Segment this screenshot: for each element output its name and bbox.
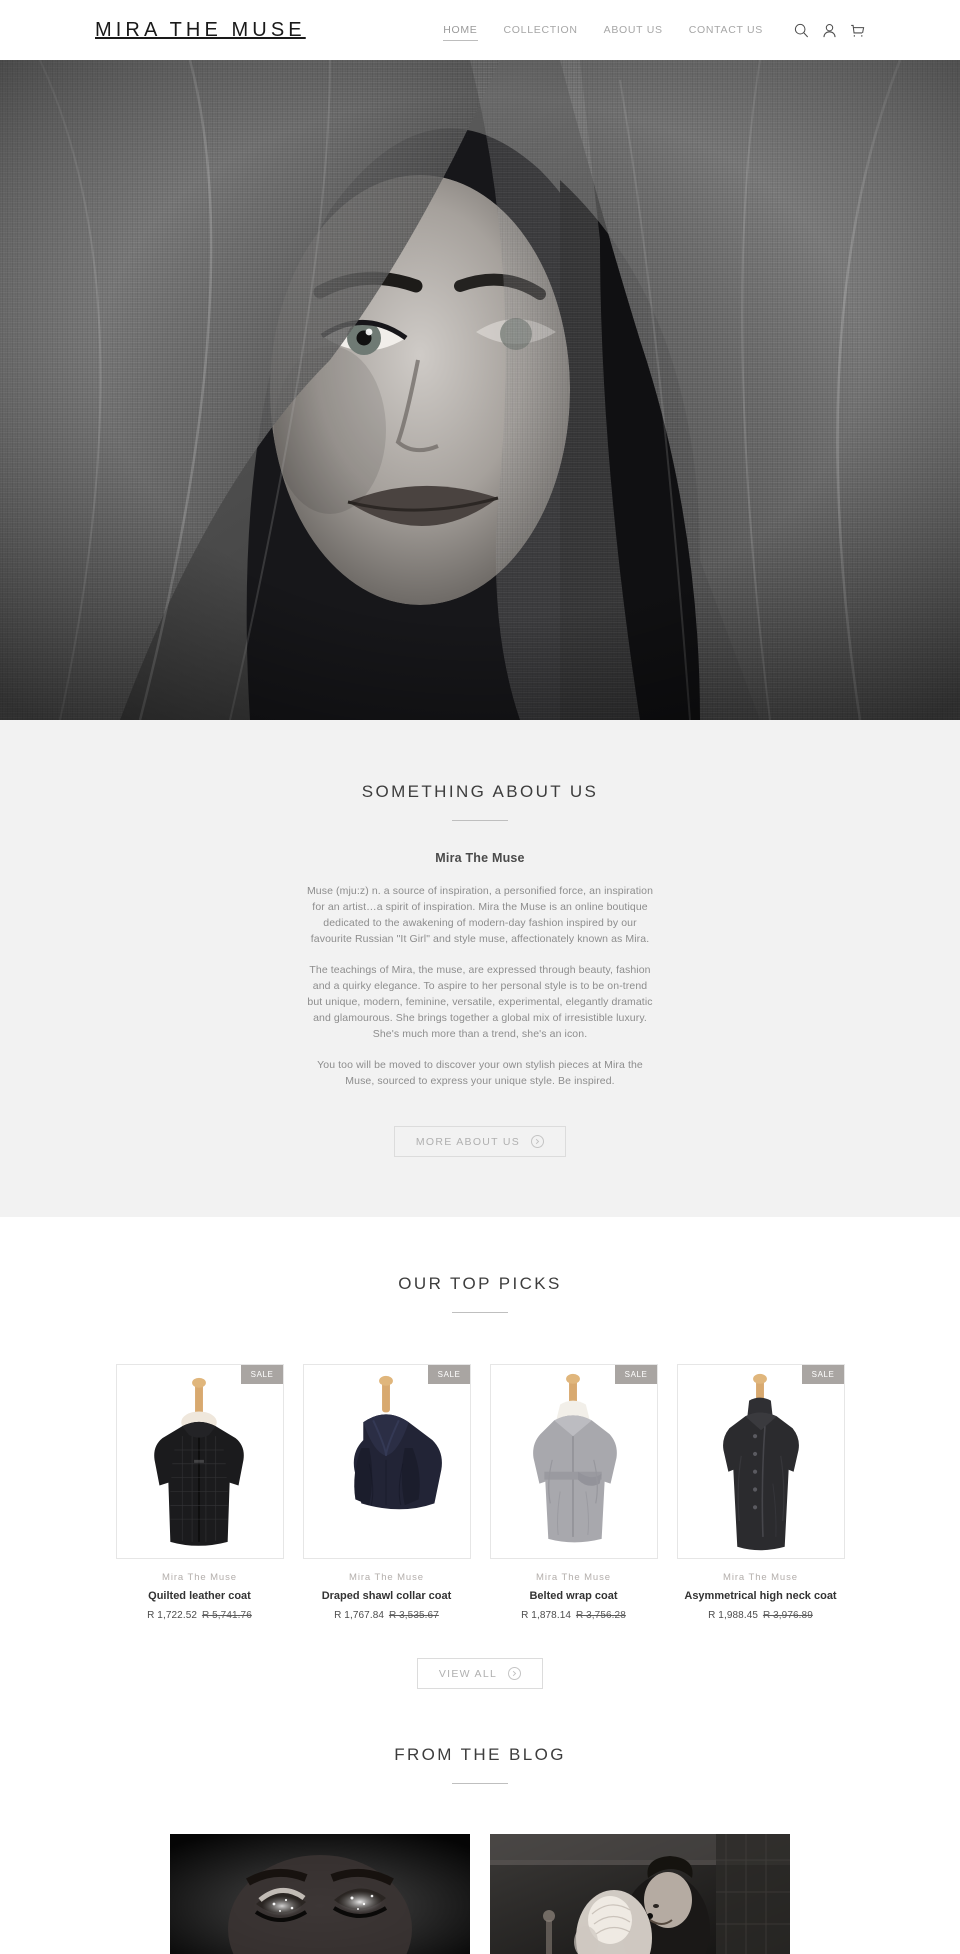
product-name: Quilted leather coat <box>148 1590 251 1602</box>
hero-banner <box>0 60 960 720</box>
user-account-icon[interactable] <box>822 23 837 38</box>
view-all-label: VIEW ALL <box>438 1667 498 1680</box>
blog-section: FROM THE BLOG <box>0 1689 960 1954</box>
product-card[interactable]: SALE Mira The Muse Belted wrap coat R 1,… <box>489 1364 658 1621</box>
product-card[interactable]: SALE Mira The Muse Draped shawl collar c <box>302 1364 471 1621</box>
search-icon[interactable] <box>794 23 809 38</box>
price-current: R 1,767.84 <box>334 1610 385 1621</box>
price-current: R 1,722.52 <box>147 1610 198 1621</box>
quilted-jacket-illustration <box>116 1365 283 1558</box>
main-navigation: HOME COLLECTION ABOUT US CONTACT US <box>430 0 865 60</box>
blog-image-glitter-eyes <box>170 1834 470 1954</box>
high-neck-long-illustration <box>677 1365 844 1558</box>
product-image[interactable]: SALE <box>115 1364 284 1559</box>
product-image[interactable]: SALE <box>302 1364 471 1559</box>
about-title: SOMETHING ABOUT US <box>361 782 599 801</box>
product-price: R 1,878.14 R 3,756.28 <box>490 1610 658 1621</box>
blog-grid <box>0 1834 960 1954</box>
site-header: MIRA THE MUSE HOME COLLECTION ABOUT US C… <box>0 0 960 60</box>
draped-shawl-illustration <box>303 1365 470 1558</box>
about-paragraph-3: You too will be moved to discover your o… <box>317 1059 643 1087</box>
product-price: R 1,767.84 R 3,535.67 <box>303 1610 471 1621</box>
product-brand: Mira The Muse <box>723 1572 798 1583</box>
header-icon-group <box>794 23 865 38</box>
product-name: Draped shawl collar coat <box>321 1590 452 1602</box>
price-original: R 5,741.76 <box>201 1610 252 1621</box>
product-image[interactable]: SALE <box>489 1364 658 1559</box>
belted-wrap-illustration <box>490 1365 657 1558</box>
price-original: R 3,535.67 <box>388 1610 439 1621</box>
about-body: Muse (mju:z) n. a source of inspiration,… <box>304 883 656 1089</box>
sale-badge: SALE <box>240 1365 283 1384</box>
arrow-right-circle-icon <box>508 1667 522 1680</box>
product-card[interactable]: SALE Mira The Muse Quilted leather coat … <box>115 1364 284 1621</box>
blog-image-couple-embrace <box>490 1834 790 1954</box>
product-price: R 1,988.45 R 3,976.89 <box>677 1610 845 1621</box>
product-brand: Mira The Muse <box>162 1572 237 1583</box>
more-about-us-label: MORE ABOUT US <box>415 1135 521 1148</box>
sale-badge: SALE <box>801 1365 844 1384</box>
about-section: SOMETHING ABOUT US Mira The Muse Muse (m… <box>0 720 960 1217</box>
product-brand: Mira The Muse <box>349 1572 424 1583</box>
nav-item-about-us[interactable]: ABOUT US <box>591 15 676 45</box>
blog-post-card[interactable] <box>170 1834 470 1954</box>
top-picks-section: OUR TOP PICKS SALE Mira The Muse Quilted… <box>0 1217 960 1689</box>
product-name: Belted wrap coat <box>529 1590 618 1602</box>
nav-item-contact-us[interactable]: CONTACT US <box>676 15 776 45</box>
view-all-button[interactable]: VIEW ALL <box>416 1658 544 1689</box>
more-about-us-button[interactable]: MORE ABOUT US <box>393 1126 567 1157</box>
blog-post-card[interactable] <box>490 1834 790 1954</box>
title-divider <box>452 1312 508 1313</box>
sale-badge: SALE <box>427 1365 470 1384</box>
sale-badge: SALE <box>614 1365 657 1384</box>
hero-image <box>0 60 960 720</box>
about-button-wrap: MORE ABOUT US <box>0 1126 960 1157</box>
product-name: Asymmetrical high neck coat <box>684 1590 837 1602</box>
product-grid: SALE Mira The Muse Quilted leather coat … <box>0 1364 960 1621</box>
title-divider <box>452 1783 508 1784</box>
price-current: R 1,878.14 <box>521 1610 572 1621</box>
price-original: R 3,976.89 <box>762 1610 813 1621</box>
product-brand: Mira The Muse <box>536 1572 611 1583</box>
blog-title: FROM THE BLOG <box>394 1745 566 1764</box>
product-image[interactable]: SALE <box>676 1364 845 1559</box>
price-current: R 1,988.45 <box>708 1610 759 1621</box>
top-picks-title: OUR TOP PICKS <box>398 1274 562 1293</box>
about-subtitle: Mira The Muse <box>435 851 525 865</box>
shopping-cart-icon[interactable] <box>850 23 865 38</box>
site-logo[interactable]: MIRA THE MUSE <box>95 19 306 42</box>
title-divider <box>452 820 508 821</box>
product-price: R 1,722.52 R 5,741.76 <box>116 1610 284 1621</box>
arrow-right-circle-icon <box>531 1135 545 1148</box>
about-paragraph-2: The teachings of Mira, the muse, are exp… <box>307 964 653 1040</box>
price-original: R 3,756.28 <box>575 1610 626 1621</box>
nav-item-collection[interactable]: COLLECTION <box>491 15 591 45</box>
about-paragraph-1: Muse (mju:z) n. a source of inspiration,… <box>306 885 654 945</box>
nav-item-home[interactable]: HOME <box>430 15 490 45</box>
product-card[interactable]: SALE Mira The Muse Asymmetrical high nec… <box>676 1364 845 1621</box>
view-all-button-wrap: VIEW ALL <box>0 1658 960 1689</box>
